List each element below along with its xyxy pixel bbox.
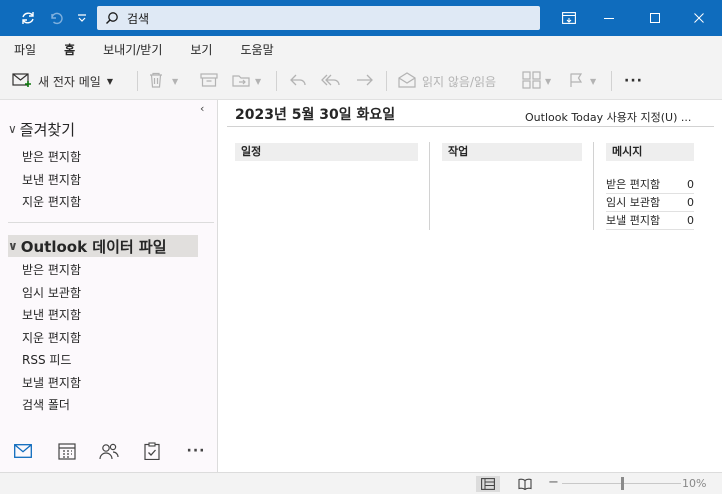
new-mail-button[interactable]: 새 전자 메일 ▼ [12,70,113,92]
follow-up-button[interactable]: ▼ [568,70,596,92]
normal-view-icon[interactable] [476,476,500,492]
categorize-icon [522,70,542,92]
message-count: 0 [687,178,694,191]
calendar-column-header: 일정 [235,143,418,161]
reading-view-icon[interactable] [513,476,537,492]
toolbar-divider [276,71,277,91]
folder-item[interactable]: 보낸 편지함 [22,171,81,188]
header-divider [227,126,714,127]
forward-icon [355,72,375,91]
read-unread-label: 읽지 않음/읽음 [422,74,497,89]
zoom-slider-thumb[interactable] [621,477,624,490]
ribbon-toolbar: 새 전자 메일 ▼ ▼ ▼ 읽지 않음/읽음 ▼ ▼ ··· [0,62,722,100]
folder-item[interactable]: 보낼 편지함 [22,374,81,391]
forward-button[interactable] [355,70,375,92]
search-placeholder: 검색 [127,11,150,26]
data-file-title: Outlook 데이터 파일 [20,237,167,256]
categorize-button[interactable]: ▼ [522,70,551,92]
tab-home[interactable]: 홈 [64,41,76,64]
reply-all-icon [320,72,342,91]
minimize-button[interactable] [586,0,632,36]
message-count: 0 [687,196,694,209]
tab-file[interactable]: 파일 [14,41,36,58]
reply-all-button[interactable] [320,70,342,92]
move-button[interactable]: ▼ [232,70,261,92]
message-row-inbox[interactable]: 받은 편지함 0 [606,177,694,194]
search-icon [97,11,127,25]
page-title: 2023년 5월 30일 화요일 [235,107,396,123]
reply-icon [288,72,308,91]
close-button[interactable] [676,0,722,36]
customize-outlook-today-link[interactable]: Outlook Today 사용자 지정(U) ... [525,109,691,125]
people-icon[interactable] [98,440,120,462]
toolbar-divider [137,71,138,91]
folder-item[interactable]: RSS 피드 [22,351,71,368]
folder-pane: ‹ ∨ 즐겨찾기 받은 편지함 보낸 편지함 지운 편지함 ∨ Outlook … [0,100,218,472]
tab-send-receive[interactable]: 보내기/받기 [103,41,162,58]
status-bar: − + 10% [0,472,722,494]
message-row-drafts[interactable]: 임시 보관함 0 [606,195,694,212]
tab-view[interactable]: 보기 [190,41,212,58]
zoom-out-button[interactable]: − [548,475,559,490]
quick-access-dropdown-icon[interactable] [72,8,92,28]
messages-column-header: 메시지 [606,143,694,161]
outlook-today: 2023년 5월 30일 화요일 Outlook Today 사용자 지정(U)… [219,100,722,472]
message-count: 0 [687,214,694,227]
folder-item[interactable]: 받은 편지함 [22,148,81,165]
toolbar-divider [611,71,612,91]
module-switcher: ··· [0,430,218,472]
calendar-icon[interactable] [56,440,78,462]
tasks-icon[interactable] [141,440,163,462]
more-apps-icon[interactable]: ··· [185,440,207,462]
tab-help[interactable]: 도움말 [240,41,273,58]
message-label: 임시 보관함 [606,196,661,209]
tasks-column-header: 작업 [442,143,582,161]
trash-icon [148,72,164,91]
toolbar-divider [386,71,387,91]
ribbon-tabs: 파일 홈 보내기/받기 보기 도움말 [0,36,722,64]
search-input[interactable]: 검색 [97,6,540,30]
maximize-button[interactable] [632,0,678,36]
message-label: 보낼 편지함 [606,214,661,227]
new-mail-label: 새 전자 메일 [38,74,101,89]
message-label: 받은 편지함 [606,178,661,191]
undo-icon[interactable] [46,8,66,28]
delete-button[interactable]: ▼ [148,70,178,92]
column-divider [429,142,430,230]
collapse-pane-icon[interactable]: ‹ [200,102,204,115]
more-options-icon[interactable]: ··· [624,70,643,92]
mail-icon[interactable] [12,440,34,462]
folder-item[interactable]: 보낸 편지함 [22,306,81,323]
new-mail-icon [12,72,32,91]
nav-divider [8,222,214,223]
move-folder-icon [232,72,252,91]
message-row-outbox[interactable]: 보낼 편지함 0 [606,213,694,230]
chevron-down-icon: ∨ [8,239,18,253]
data-file-header[interactable]: ∨ Outlook 데이터 파일 [8,235,198,257]
archive-button[interactable] [200,70,218,92]
column-divider [593,142,594,230]
folder-item[interactable]: 지운 편지함 [22,329,81,346]
sync-icon[interactable] [18,8,38,28]
folder-item[interactable]: 검색 폴더 [22,396,70,413]
chevron-down-icon: ∨ [8,122,17,136]
chevron-down-icon[interactable]: ▼ [107,77,113,86]
reply-button[interactable] [288,70,308,92]
flag-icon [568,72,584,91]
envelope-open-icon [398,71,416,91]
folder-item[interactable]: 지운 편지함 [22,193,81,210]
folder-item[interactable]: 받은 편지함 [22,261,81,278]
archive-icon [200,72,218,91]
favorites-header[interactable]: ∨ 즐겨찾기 [8,118,75,140]
title-bar: 검색 [0,0,722,36]
zoom-level[interactable]: 10% [681,477,707,490]
favorites-title: 즐겨찾기 [19,120,75,139]
folder-item[interactable]: 임시 보관함 [22,284,81,301]
read-unread-button[interactable]: 읽지 않음/읽음 [398,70,496,92]
